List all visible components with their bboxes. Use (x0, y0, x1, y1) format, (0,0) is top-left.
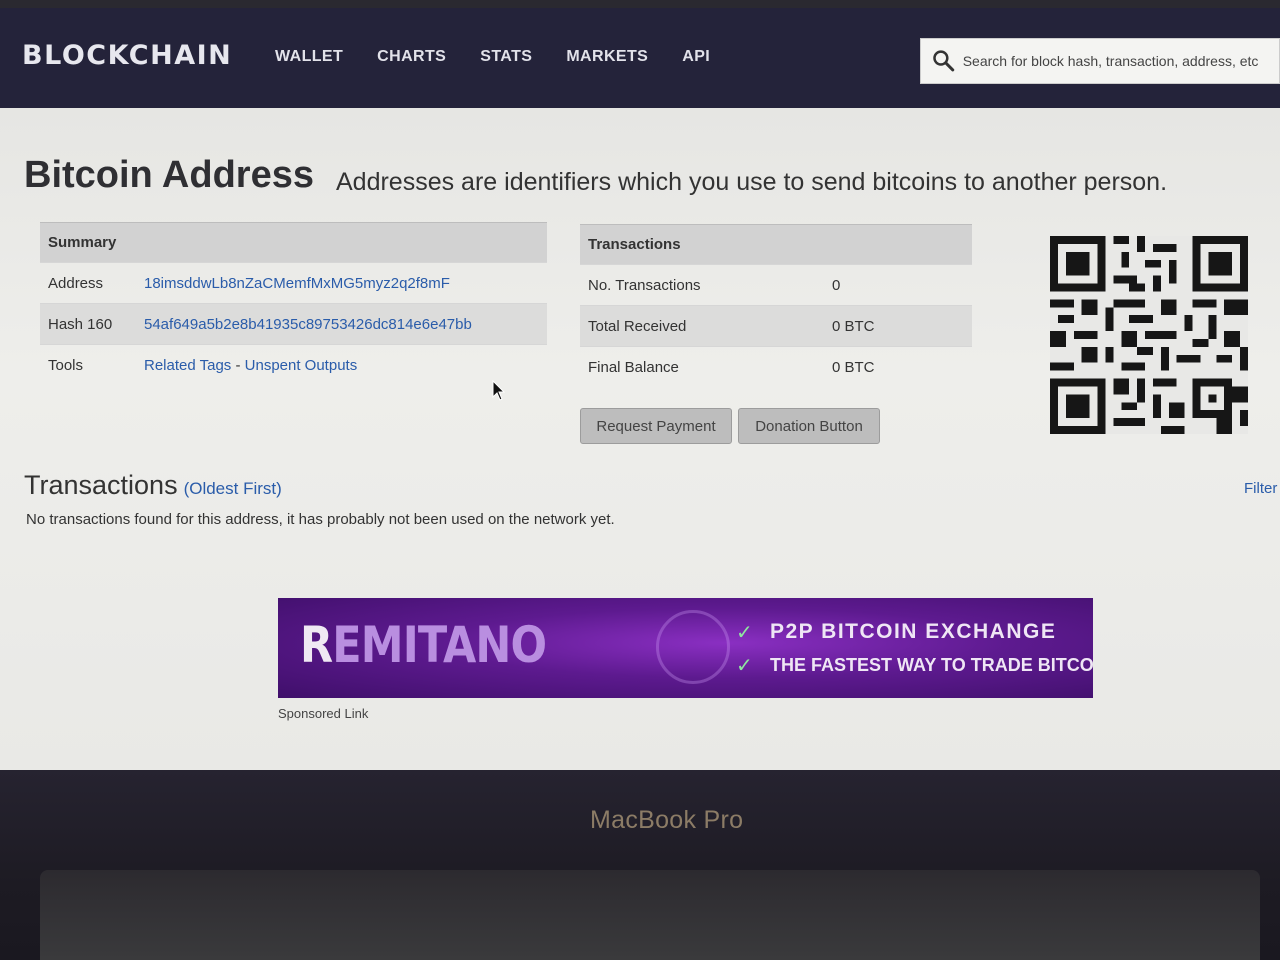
page-content: Bitcoin Address Addresses are identifier… (0, 108, 1280, 770)
table-row: Final Balance 0 BTC (580, 346, 972, 388)
table-row: Total Received 0 BTC (580, 305, 972, 347)
tools-label: Tools (40, 344, 136, 386)
logo-first-letter: R (300, 616, 333, 674)
search-box[interactable] (920, 38, 1280, 84)
table-row: No. Transactions 0 (580, 264, 972, 306)
screen-bezel-top (0, 0, 1280, 8)
tools-separator: - (231, 356, 245, 374)
nav-link-api[interactable]: API (682, 48, 710, 66)
request-payment-button[interactable]: Request Payment (580, 408, 732, 444)
remitano-logo: REMITANO (300, 616, 547, 674)
nav-link-stats[interactable]: STATS (480, 48, 532, 66)
summary-header: Summary (40, 222, 547, 263)
table-row: Hash 160 54af649a5b2e8b41935c89753426dc8… (40, 303, 547, 345)
banner-line-1: P2P BITCOIN EXCHANGE (770, 620, 1057, 643)
nav-link-charts[interactable]: CHARTS (377, 48, 446, 66)
hash160-link[interactable]: 54af649a5b2e8b41935c89753426dc814e6e47bb (144, 316, 472, 333)
no-transactions-message: No transactions found for this address, … (26, 511, 615, 528)
total-received-label: Total Received (580, 305, 824, 347)
search-input[interactable] (962, 53, 1279, 69)
sponsored-link-label: Sponsored Link (278, 706, 369, 721)
check-icon: ✓ (736, 655, 753, 677)
address-link[interactable]: 18imsddwLb8nZaCMemfMxMG5myz2q2f8mF (144, 275, 450, 292)
macbook-label: MacBook Pro (590, 806, 744, 834)
laptop-bezel: MacBook Pro (0, 770, 1280, 960)
related-tags-link[interactable]: Related Tags (144, 357, 231, 374)
no-transactions-value: 0 (824, 264, 972, 306)
total-received-value: 0 BTC (824, 305, 972, 347)
bitcoin-coin-icon (656, 610, 730, 684)
logo-rest: EMITANO (332, 616, 547, 674)
search-icon[interactable] (931, 48, 957, 74)
nav-links: WALLET CHARTS STATS MARKETS API (275, 48, 744, 66)
final-balance-value: 0 BTC (824, 346, 972, 388)
laptop-hinge (40, 870, 1260, 960)
transactions-title: Transactions (24, 470, 178, 500)
remitano-ad-banner[interactable]: REMITANO ✓ ✓ P2P BITCOIN EXCHANGE THE FA… (278, 598, 1093, 698)
no-transactions-label: No. Transactions (580, 264, 824, 306)
donation-button[interactable]: Donation Button (738, 408, 880, 444)
page-title: Bitcoin Address (24, 154, 314, 196)
unspent-outputs-link[interactable]: Unspent Outputs (245, 357, 358, 374)
check-icon: ✓ (736, 622, 753, 644)
summary-table: Summary Address 18imsddwLb8nZaCMemfMxMG5… (40, 222, 547, 386)
table-row: Address 18imsddwLb8nZaCMemfMxMG5myz2q2f8… (40, 262, 547, 304)
transactions-heading: Transactions (Oldest First) (24, 470, 282, 501)
hash160-label: Hash 160 (40, 303, 136, 345)
table-row: Tools Related Tags - Unspent Outputs (40, 344, 547, 386)
nav-link-wallet[interactable]: WALLET (275, 48, 343, 66)
banner-line-2: THE FASTEST WAY TO TRADE BITCOIN (770, 655, 1093, 675)
page-subtitle: Addresses are identifiers which you use … (336, 168, 1168, 196)
address-label: Address (40, 262, 136, 304)
filter-link[interactable]: Filter (1244, 480, 1277, 497)
oldest-first-link[interactable]: (Oldest First) (184, 479, 282, 498)
qr-code (1050, 236, 1248, 434)
transactions-header: Transactions (580, 224, 972, 265)
final-balance-label: Final Balance (580, 346, 824, 388)
brand-logo[interactable]: BLOCKCHAIN (22, 40, 232, 71)
mouse-cursor-icon (492, 380, 506, 401)
nav-link-markets[interactable]: MARKETS (566, 48, 648, 66)
transactions-summary-table: Transactions No. Transactions 0 Total Re… (580, 224, 972, 388)
top-navbar: BLOCKCHAIN WALLET CHARTS STATS MARKETS A… (0, 8, 1280, 108)
